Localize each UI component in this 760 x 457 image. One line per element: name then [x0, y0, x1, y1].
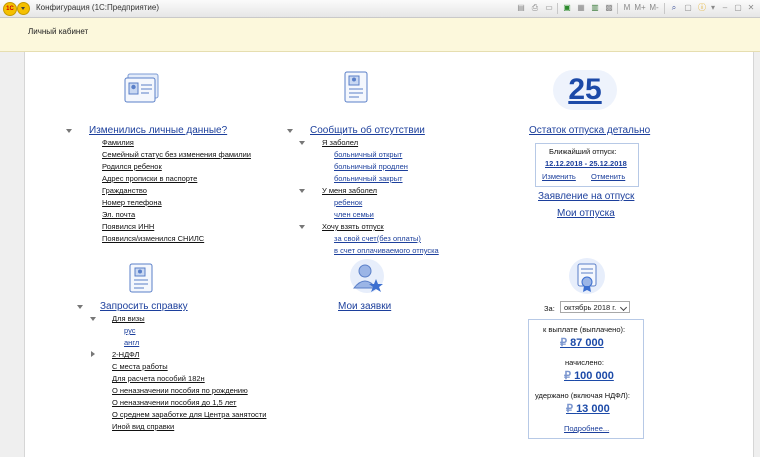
memory-mminus-icon[interactable]: M-	[648, 3, 660, 13]
page-title: Личный кабинет	[28, 27, 89, 36]
maximize-icon[interactable]: ▢	[733, 3, 743, 13]
nearest-vacation-dates-link[interactable]: 12.12.2018 - 25.12.2018	[545, 159, 627, 168]
vacation-balance-link[interactable]: Остаток отпуска детально	[529, 125, 650, 136]
certificate-item[interactable]: Иной вид справки	[112, 422, 174, 431]
certificate-collapse-toggle[interactable]	[77, 305, 83, 309]
sick-group-toggle[interactable]	[299, 141, 305, 145]
personal-data-item[interactable]: Фамилия	[102, 138, 134, 147]
search-icon[interactable]: ⌕	[669, 3, 679, 13]
certificate-document-icon	[129, 263, 153, 293]
personal-data-item[interactable]: Родился ребенок	[102, 162, 162, 171]
my-vacations-link[interactable]: Мои отпуска	[557, 208, 615, 219]
visa-group-toggle[interactable]	[90, 317, 96, 321]
absence-sublink[interactable]: больничный открыт	[334, 150, 402, 159]
ndfl-expand-toggle[interactable]	[91, 351, 95, 357]
close-icon[interactable]: ✕	[746, 3, 756, 13]
visa-certificate-link[interactable]: рус	[124, 326, 136, 335]
nearest-vacation-label: Ближайший отпуск:	[549, 147, 617, 156]
preview-icon[interactable]: ▭	[544, 3, 554, 13]
my-requests-link[interactable]: Мои заявки	[338, 301, 391, 312]
payroll-certificate-icon	[569, 258, 605, 294]
payroll-summary-panel: к выплате (выплачено): ₽ 87 000 начислен…	[528, 319, 644, 439]
relative-sick-group-toggle[interactable]	[299, 189, 305, 193]
attach-icon[interactable]: ▣	[562, 3, 572, 13]
page-header: Личный кабинет	[0, 18, 760, 52]
personal-data-item[interactable]: Появился/изменился СНИЛС	[102, 234, 204, 243]
personal-data-item[interactable]: Номер телефона	[102, 198, 162, 207]
user-star-icon	[350, 259, 384, 293]
absence-heading-link[interactable]: Сообщить об отсутствии	[310, 125, 425, 136]
ruble-icon: ₽	[564, 370, 571, 382]
absence-sublink[interactable]: член семьи	[334, 210, 374, 219]
calendar-grid-icon[interactable]: ▥	[590, 3, 600, 13]
print-icon[interactable]: ⎙	[530, 3, 540, 13]
window-title: Конфигурация (1С:Предприятие)	[36, 3, 159, 12]
ruble-icon: ₽	[560, 337, 567, 349]
sick-group-label[interactable]: Я заболел	[322, 138, 358, 147]
payroll-more-link[interactable]: Подробнее...	[564, 424, 609, 433]
memory-m-icon[interactable]: M	[622, 3, 632, 13]
period-label: За:	[544, 304, 555, 313]
visa-certificate-link[interactable]: англ	[124, 338, 139, 347]
certificate-item[interactable]: Для расчета пособий 182н	[112, 374, 205, 383]
period-select-value: октябрь 2018 г.	[564, 303, 617, 312]
info-dropdown-icon[interactable]: ▾	[708, 3, 718, 13]
chevron-down-icon	[619, 303, 628, 312]
ruble-icon: ₽	[566, 403, 573, 415]
relative-sick-group-label[interactable]: У меня заболел	[322, 186, 377, 195]
window-title-bar: 1С Конфигурация (1С:Предприятие) ▤ ⎙ ▭ ▣…	[0, 0, 760, 18]
certificate-item[interactable]: О неназначении пособия по рождению	[112, 386, 248, 395]
personal-data-item[interactable]: Эл. почта	[102, 210, 135, 219]
app-logo-icon: 1С	[3, 2, 17, 16]
certificate-item[interactable]: С места работы	[112, 362, 168, 371]
accrued-amount-link[interactable]: ₽ 100 000	[564, 369, 614, 382]
withheld-amount-link[interactable]: ₽ 13 000	[566, 402, 610, 415]
absence-sublink[interactable]: за свой счет(без оплаты)	[334, 234, 421, 243]
withheld-amount-value: 13 000	[576, 403, 610, 415]
vacation-group-toggle[interactable]	[299, 225, 305, 229]
personal-data-collapse-toggle[interactable]	[66, 129, 72, 133]
certificate-item[interactable]: О неназначении пособия до 1,5 лет	[112, 398, 236, 407]
absence-sublink[interactable]: больничный закрыт	[334, 174, 403, 183]
visa-group-label[interactable]: Для визы	[112, 314, 145, 323]
absence-document-icon	[344, 71, 368, 103]
absence-sublink[interactable]: больничный продлен	[334, 162, 408, 171]
vacation-days-counter[interactable]: 25	[553, 70, 617, 110]
right-scroll-strip[interactable]	[753, 52, 760, 457]
change-vacation-link[interactable]: Изменить	[542, 172, 576, 181]
personal-data-item[interactable]: Семейный статус без изменения фамилии	[102, 150, 251, 159]
accrued-label: начислено:	[565, 358, 604, 367]
personal-data-heading-link[interactable]: Изменились личные данные?	[89, 125, 227, 136]
cancel-vacation-link[interactable]: Отменить	[591, 172, 625, 181]
personal-data-item[interactable]: Гражданство	[102, 186, 147, 195]
memory-mplus-icon[interactable]: M+	[634, 3, 646, 13]
minimize-icon[interactable]: –	[720, 3, 730, 13]
nearest-vacation-panel: Ближайший отпуск: 12.12.2018 - 25.12.201…	[535, 143, 639, 187]
zoom-icon[interactable]: ▢	[683, 3, 693, 13]
paid-label: к выплате (выплачено):	[543, 325, 626, 334]
personal-data-item[interactable]: Адрес прописки в паспорте	[102, 174, 197, 183]
info-icon[interactable]: ⓘ	[697, 3, 707, 13]
paid-amount-link[interactable]: ₽ 87 000	[560, 336, 604, 349]
certificate-item[interactable]: 2-НДФЛ	[112, 350, 139, 359]
save-icon[interactable]: ▤	[516, 3, 526, 13]
withheld-label: удержано (включая НДФЛ):	[535, 391, 630, 400]
absence-sublink[interactable]: ребенок	[334, 198, 362, 207]
certificate-item[interactable]: О среднем заработке для Центра занятости	[112, 410, 266, 419]
vacation-group-label[interactable]: Хочу взять отпуск	[322, 222, 384, 231]
personal-card-icon	[124, 73, 159, 103]
personal-data-item[interactable]: Появился ИНН	[102, 222, 154, 231]
calendar-icon[interactable]: ▦	[576, 3, 586, 13]
paid-amount-value: 87 000	[570, 337, 604, 349]
vacation-application-link[interactable]: Заявление на отпуск	[538, 191, 634, 202]
certificate-heading-link[interactable]: Запросить справку	[100, 301, 188, 312]
absence-sublink[interactable]: в счет оплачиваемого отпуска	[334, 246, 439, 255]
main-menu-button[interactable]	[17, 2, 30, 15]
left-panel-strip	[0, 52, 25, 457]
accrued-amount-value: 100 000	[574, 370, 614, 382]
period-select[interactable]: октябрь 2018 г.	[560, 301, 630, 313]
absence-collapse-toggle[interactable]	[287, 129, 293, 133]
calculator-icon[interactable]: ▩	[604, 3, 614, 13]
